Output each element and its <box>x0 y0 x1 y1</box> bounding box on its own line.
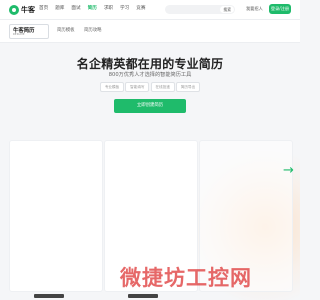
login-button[interactable]: 登录/注册 <box>269 4 291 14</box>
main-nav: 首页 题库 面试 简历 求职 学习 竞赛 <box>39 5 152 13</box>
feature-tag: 智能填写 <box>125 82 150 92</box>
brand-subtitle: RESUME <box>13 32 25 36</box>
search-button[interactable]: 搜索 <box>220 6 234 13</box>
hero-subtitle: 800万优秀人才选择的智能简历工具 <box>108 72 192 78</box>
feature-tags: 专业模板 智能填写 在线投递 简历导出 <box>100 82 200 92</box>
recruiter-link[interactable]: 我要招人 <box>246 5 263 13</box>
nav-item-interview[interactable]: 面试 <box>71 5 80 13</box>
nav-item-questions[interactable]: 题库 <box>55 5 64 13</box>
template-card[interactable] <box>9 140 103 292</box>
site-logo[interactable]: 牛客 <box>9 4 35 15</box>
hero-title: 名企精英都在用的专业简历 <box>76 57 224 71</box>
nav-item-contest[interactable]: 竞赛 <box>136 5 145 13</box>
nav-item-home[interactable]: 首页 <box>39 5 48 13</box>
subnav-guides[interactable]: 简历攻略 <box>84 28 102 34</box>
subnav-templates[interactable]: 简历模板 <box>57 28 75 34</box>
search-input[interactable]: 搜索 <box>165 5 235 14</box>
hero-section: 名企精英都在用的专业简历 800万优秀人才选择的智能简历工具 专业模板 智能填写… <box>0 42 300 300</box>
top-navigation-bar: 牛客 首页 题库 面试 简历 求职 学习 竞赛 搜索 我要招人 登录/注册 <box>0 0 300 20</box>
resume-brand-logo[interactable]: 牛客简历 RESUME <box>9 24 49 39</box>
next-arrow-icon[interactable]: → <box>283 164 294 177</box>
nav-item-learn[interactable]: 学习 <box>120 5 129 13</box>
resume-subnav: 牛客简历 RESUME 简历模板 简历攻略 <box>0 20 300 43</box>
logo-text: 牛客 <box>21 5 35 14</box>
watermark-text: 微捷坊工控网 <box>120 266 252 290</box>
logo-icon <box>9 4 19 15</box>
nav-item-resume[interactable]: 简历 <box>88 5 97 13</box>
feature-tag: 专业模板 <box>100 82 124 92</box>
feature-tag: 简历导出 <box>175 82 200 92</box>
nav-item-jobs[interactable]: 求职 <box>104 5 113 13</box>
card-caption-bar <box>34 294 64 298</box>
create-resume-button[interactable]: 立即创建简历 <box>114 99 186 113</box>
feature-tag: 在线投递 <box>150 82 175 92</box>
card-caption-bar <box>128 294 158 298</box>
